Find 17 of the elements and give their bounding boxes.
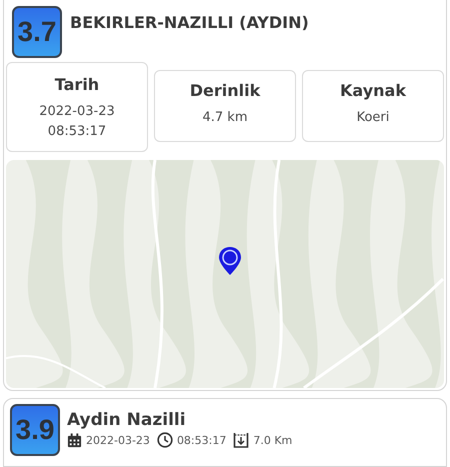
info-value: Koeri xyxy=(356,109,390,127)
location-pin-icon xyxy=(218,246,242,276)
info-label: Kaynak xyxy=(340,81,406,100)
info-value: 2022-03-23 08:53:17 xyxy=(39,103,115,140)
info-label: Derinlik xyxy=(190,81,260,100)
event-depth: 7.0 Km xyxy=(253,434,292,446)
info-label: Tarih xyxy=(54,75,100,94)
clock-icon xyxy=(156,432,173,448)
depth-icon xyxy=(233,432,250,448)
location-title: BEKIRLER-NAZILLI (AYDIN) xyxy=(70,13,309,32)
magnitude-badge: 3.9 xyxy=(10,404,60,456)
location-title: Aydin Nazilli xyxy=(67,410,187,430)
event-date: 2022-03-23 xyxy=(86,434,150,446)
info-value: 4.7 km xyxy=(202,109,248,127)
event-time: 08:53:17 xyxy=(176,434,226,446)
magnitude-badge: 3.7 xyxy=(12,6,62,58)
calendar-icon xyxy=(67,432,82,448)
